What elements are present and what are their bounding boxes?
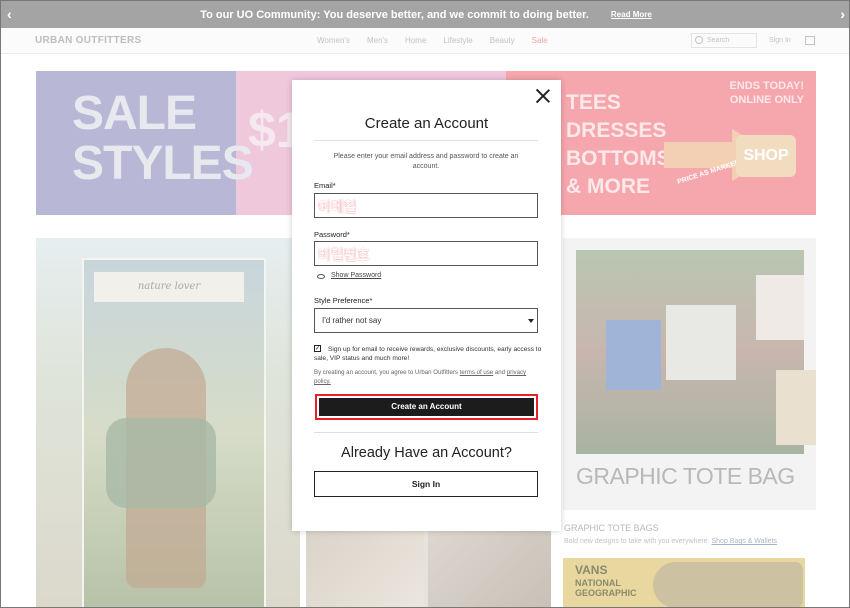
banner-item: TEES: [566, 91, 621, 114]
tote-bag: [606, 320, 661, 390]
tote-promo-description: Bold new designs to take with you everyw…: [564, 538, 710, 545]
tote-promo-heading: GRAPHIC TOTE BAG: [576, 463, 795, 489]
chevron-right-icon[interactable]: ›: [840, 6, 845, 22]
tote-promo-caption: GRAPHIC TOTE BAGS: [564, 523, 659, 533]
announcement-message: To our UO Community: You deserve better,…: [200, 8, 589, 21]
page-frame: ‹ To our UO Community: You deserve bette…: [0, 0, 850, 608]
nav-item-home[interactable]: Home: [405, 36, 426, 45]
banner-ends-line1: ENDS TODAY!: [729, 80, 804, 92]
banner-sale-heading: SALE STYLES: [72, 87, 254, 190]
caret-down-icon: [528, 319, 534, 323]
vans-subtitle-line1: NATIONAL: [575, 578, 621, 588]
product-photo-strip[interactable]: [306, 529, 551, 607]
product-photo: [428, 529, 551, 607]
banner-item: BOTTOMS: [566, 147, 671, 170]
terms-text: By creating an account, you agree to Urb…: [314, 368, 542, 386]
banner-shop-button[interactable]: SHOP: [736, 135, 796, 177]
tote-bag-photo: [576, 250, 816, 454]
tote-bag: [776, 370, 816, 445]
password-label: Password*: [314, 230, 350, 239]
style-preference-select[interactable]: I'd rather not say: [314, 308, 538, 333]
site-logo[interactable]: URBAN OUTFITTERS: [35, 35, 141, 46]
main-nav: Women's Men's Home Lifestyle Beauty Sale: [317, 36, 565, 45]
email-signup-text: Sign up for email to receive rewards, ex…: [314, 346, 542, 362]
email-signup-checkbox[interactable]: ✓: [314, 345, 321, 352]
search-placeholder: Search: [707, 37, 730, 44]
create-account-button[interactable]: Create an Account: [319, 398, 534, 416]
divider: [314, 140, 538, 141]
vans-promo[interactable]: VANS NATIONAL GEOGRAPHIC: [563, 558, 805, 607]
read-more-link[interactable]: Read More: [611, 10, 652, 19]
already-account-heading: Already Have an Account?: [341, 445, 512, 461]
password-field[interactable]: 비밀번호: [314, 241, 538, 266]
style-preference-value: I'd rather not say: [322, 316, 382, 325]
nav-item-lifestyle[interactable]: Lifestyle: [443, 36, 472, 45]
vans-subtitle: NATIONAL GEOGRAPHIC: [575, 578, 637, 598]
nav-item-beauty[interactable]: Beauty: [490, 36, 515, 45]
divider: [314, 432, 538, 433]
modal-description: Please enter your email address and pass…: [333, 153, 519, 170]
style-preference-label: Style Preference*: [314, 296, 373, 305]
banner-sale-line1: SALE: [72, 87, 197, 140]
banner-items: TEES DRESSES BOTTOMS & MORE: [566, 89, 671, 201]
shop-bags-wallets-link[interactable]: Shop Bags & Wallets: [711, 538, 777, 545]
tote-promo-subtext: Bold new designs to take with you everyw…: [564, 538, 777, 545]
banner-item: & MORE: [566, 175, 650, 198]
header-sign-in-link[interactable]: Sign In: [769, 37, 791, 44]
vans-logo: VANS: [575, 563, 608, 577]
banner-ends-line2: ONLINE ONLY: [729, 94, 804, 106]
tote-bag: [756, 275, 804, 340]
email-label: Email*: [314, 181, 336, 190]
sign-in-button[interactable]: Sign In: [314, 471, 538, 497]
tote-bag-promo[interactable]: GRAPHIC TOTE BAG: [563, 238, 816, 510]
create-account-modal: Create an Account Please enter your emai…: [292, 80, 561, 531]
banner-ends-today: ENDS TODAY! ONLINE ONLY: [729, 79, 804, 107]
photo-card-label: nature lover: [94, 272, 244, 302]
banner-sale-line2: STYLES: [72, 137, 254, 190]
terms-prefix: By creating an account, you agree to Urb…: [314, 369, 458, 376]
show-password-link[interactable]: Show Password: [331, 272, 381, 279]
search-icon: [695, 36, 703, 44]
nav-item-mens[interactable]: Men's: [367, 36, 388, 45]
nav-item-womens[interactable]: Women's: [317, 36, 350, 45]
nav-item-sale[interactable]: Sale: [532, 36, 548, 45]
email-field[interactable]: 이메일: [314, 193, 538, 218]
create-account-button-highlight: Create an Account: [315, 394, 538, 420]
model-figure: [106, 418, 216, 508]
chevron-left-icon[interactable]: ‹: [7, 6, 12, 22]
modal-title: Create an Account: [364, 115, 489, 132]
vans-subtitle-line2: GEOGRAPHIC: [575, 588, 637, 598]
banner-item: DRESSES: [566, 119, 667, 142]
password-field-value: 비밀번호: [318, 247, 370, 263]
announcement-bar: ‹ To our UO Community: You deserve bette…: [1, 1, 849, 28]
eye-icon[interactable]: [317, 274, 325, 279]
terms-of-use-link[interactable]: terms of use: [460, 369, 494, 376]
email-field-value: 이메일: [318, 199, 357, 215]
shopping-bag-icon[interactable]: [805, 36, 815, 45]
lifestyle-photo[interactable]: nature lover: [36, 238, 300, 607]
tote-bag: [666, 305, 736, 380]
terms-mid: and: [494, 369, 506, 376]
site-header: URBAN OUTFITTERS Women's Men's Home Life…: [1, 28, 849, 54]
search-input[interactable]: Search: [691, 33, 757, 48]
product-photo: [306, 529, 424, 607]
shoe-image: [653, 562, 803, 607]
close-icon[interactable]: [535, 88, 552, 105]
